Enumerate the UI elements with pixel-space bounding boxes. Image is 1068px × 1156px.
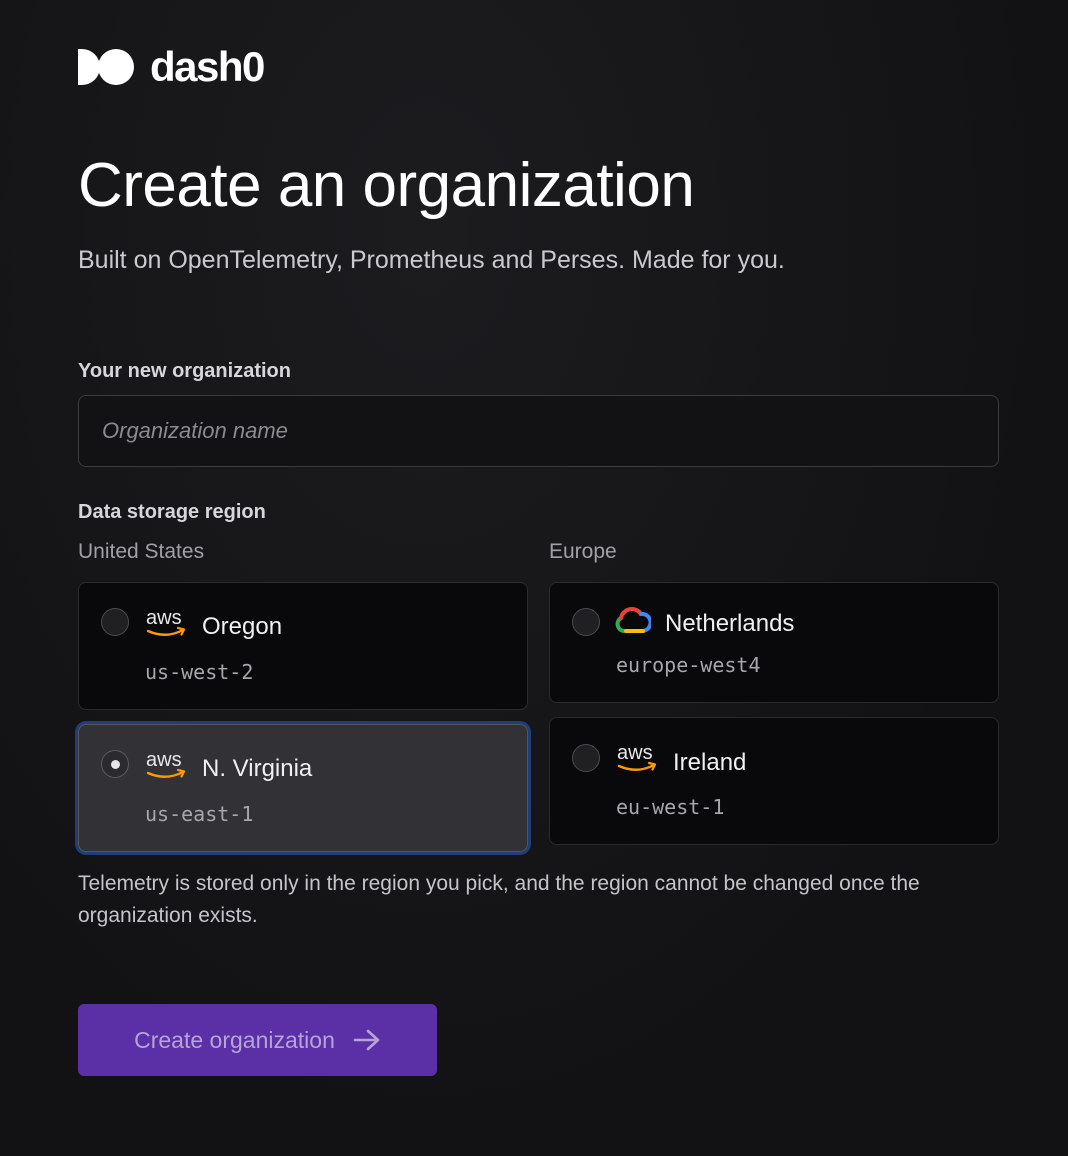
region-name: Netherlands <box>665 610 795 637</box>
region-label: Data storage region <box>78 501 266 523</box>
brand-name: dash0 <box>150 43 265 90</box>
region-name: Ireland <box>673 749 747 776</box>
org-name-input[interactable] <box>78 395 999 467</box>
region-code: us-west-2 <box>145 660 254 684</box>
create-organization-label: Create organization <box>134 1026 335 1053</box>
region-radio-ireland[interactable] <box>572 744 600 772</box>
radio-selected-dot <box>111 760 120 769</box>
page-subtitle: Built on OpenTelemetry, Prometheus and P… <box>78 246 785 274</box>
org-name-label: Your new organization <box>78 360 291 382</box>
region-card-oregon[interactable]: aws Oregon us-west-2 <box>78 582 528 710</box>
dash0-logo: dash0 <box>78 43 265 90</box>
region-card-netherlands[interactable]: Netherlands europe-west4 <box>549 582 999 703</box>
region-group-us-label: United States <box>78 540 205 563</box>
region-radio-netherlands[interactable] <box>572 608 600 636</box>
region-name: Oregon <box>202 613 283 640</box>
region-radio-n-virginia[interactable] <box>101 750 129 778</box>
aws-logo-icon: aws <box>617 742 659 779</box>
region-note: Telemetry is stored only in the region y… <box>78 872 920 927</box>
region-radio-oregon[interactable] <box>101 608 129 636</box>
region-code: eu-west-1 <box>616 795 725 819</box>
svg-text:aws: aws <box>146 609 182 629</box>
region-name: N. Virginia <box>202 755 313 782</box>
svg-text:aws: aws <box>617 744 653 764</box>
region-group-eu-label: Europe <box>549 540 617 563</box>
region-card-ireland[interactable]: aws Ireland eu-west-1 <box>549 717 999 845</box>
create-organization-button[interactable]: Create organization <box>78 1004 437 1076</box>
aws-logo-icon: aws <box>146 607 188 644</box>
region-card-n-virginia[interactable]: aws N. Virginia us-east-1 <box>78 724 528 852</box>
aws-logo-icon: aws <box>146 749 188 786</box>
svg-text:aws: aws <box>146 751 182 771</box>
dash0-logo-icon <box>78 49 134 85</box>
region-code: us-east-1 <box>145 802 254 826</box>
page-title: Create an organization <box>78 151 695 220</box>
google-cloud-icon <box>615 607 653 642</box>
region-code: europe-west4 <box>616 653 761 677</box>
arrow-right-icon <box>353 1029 380 1051</box>
